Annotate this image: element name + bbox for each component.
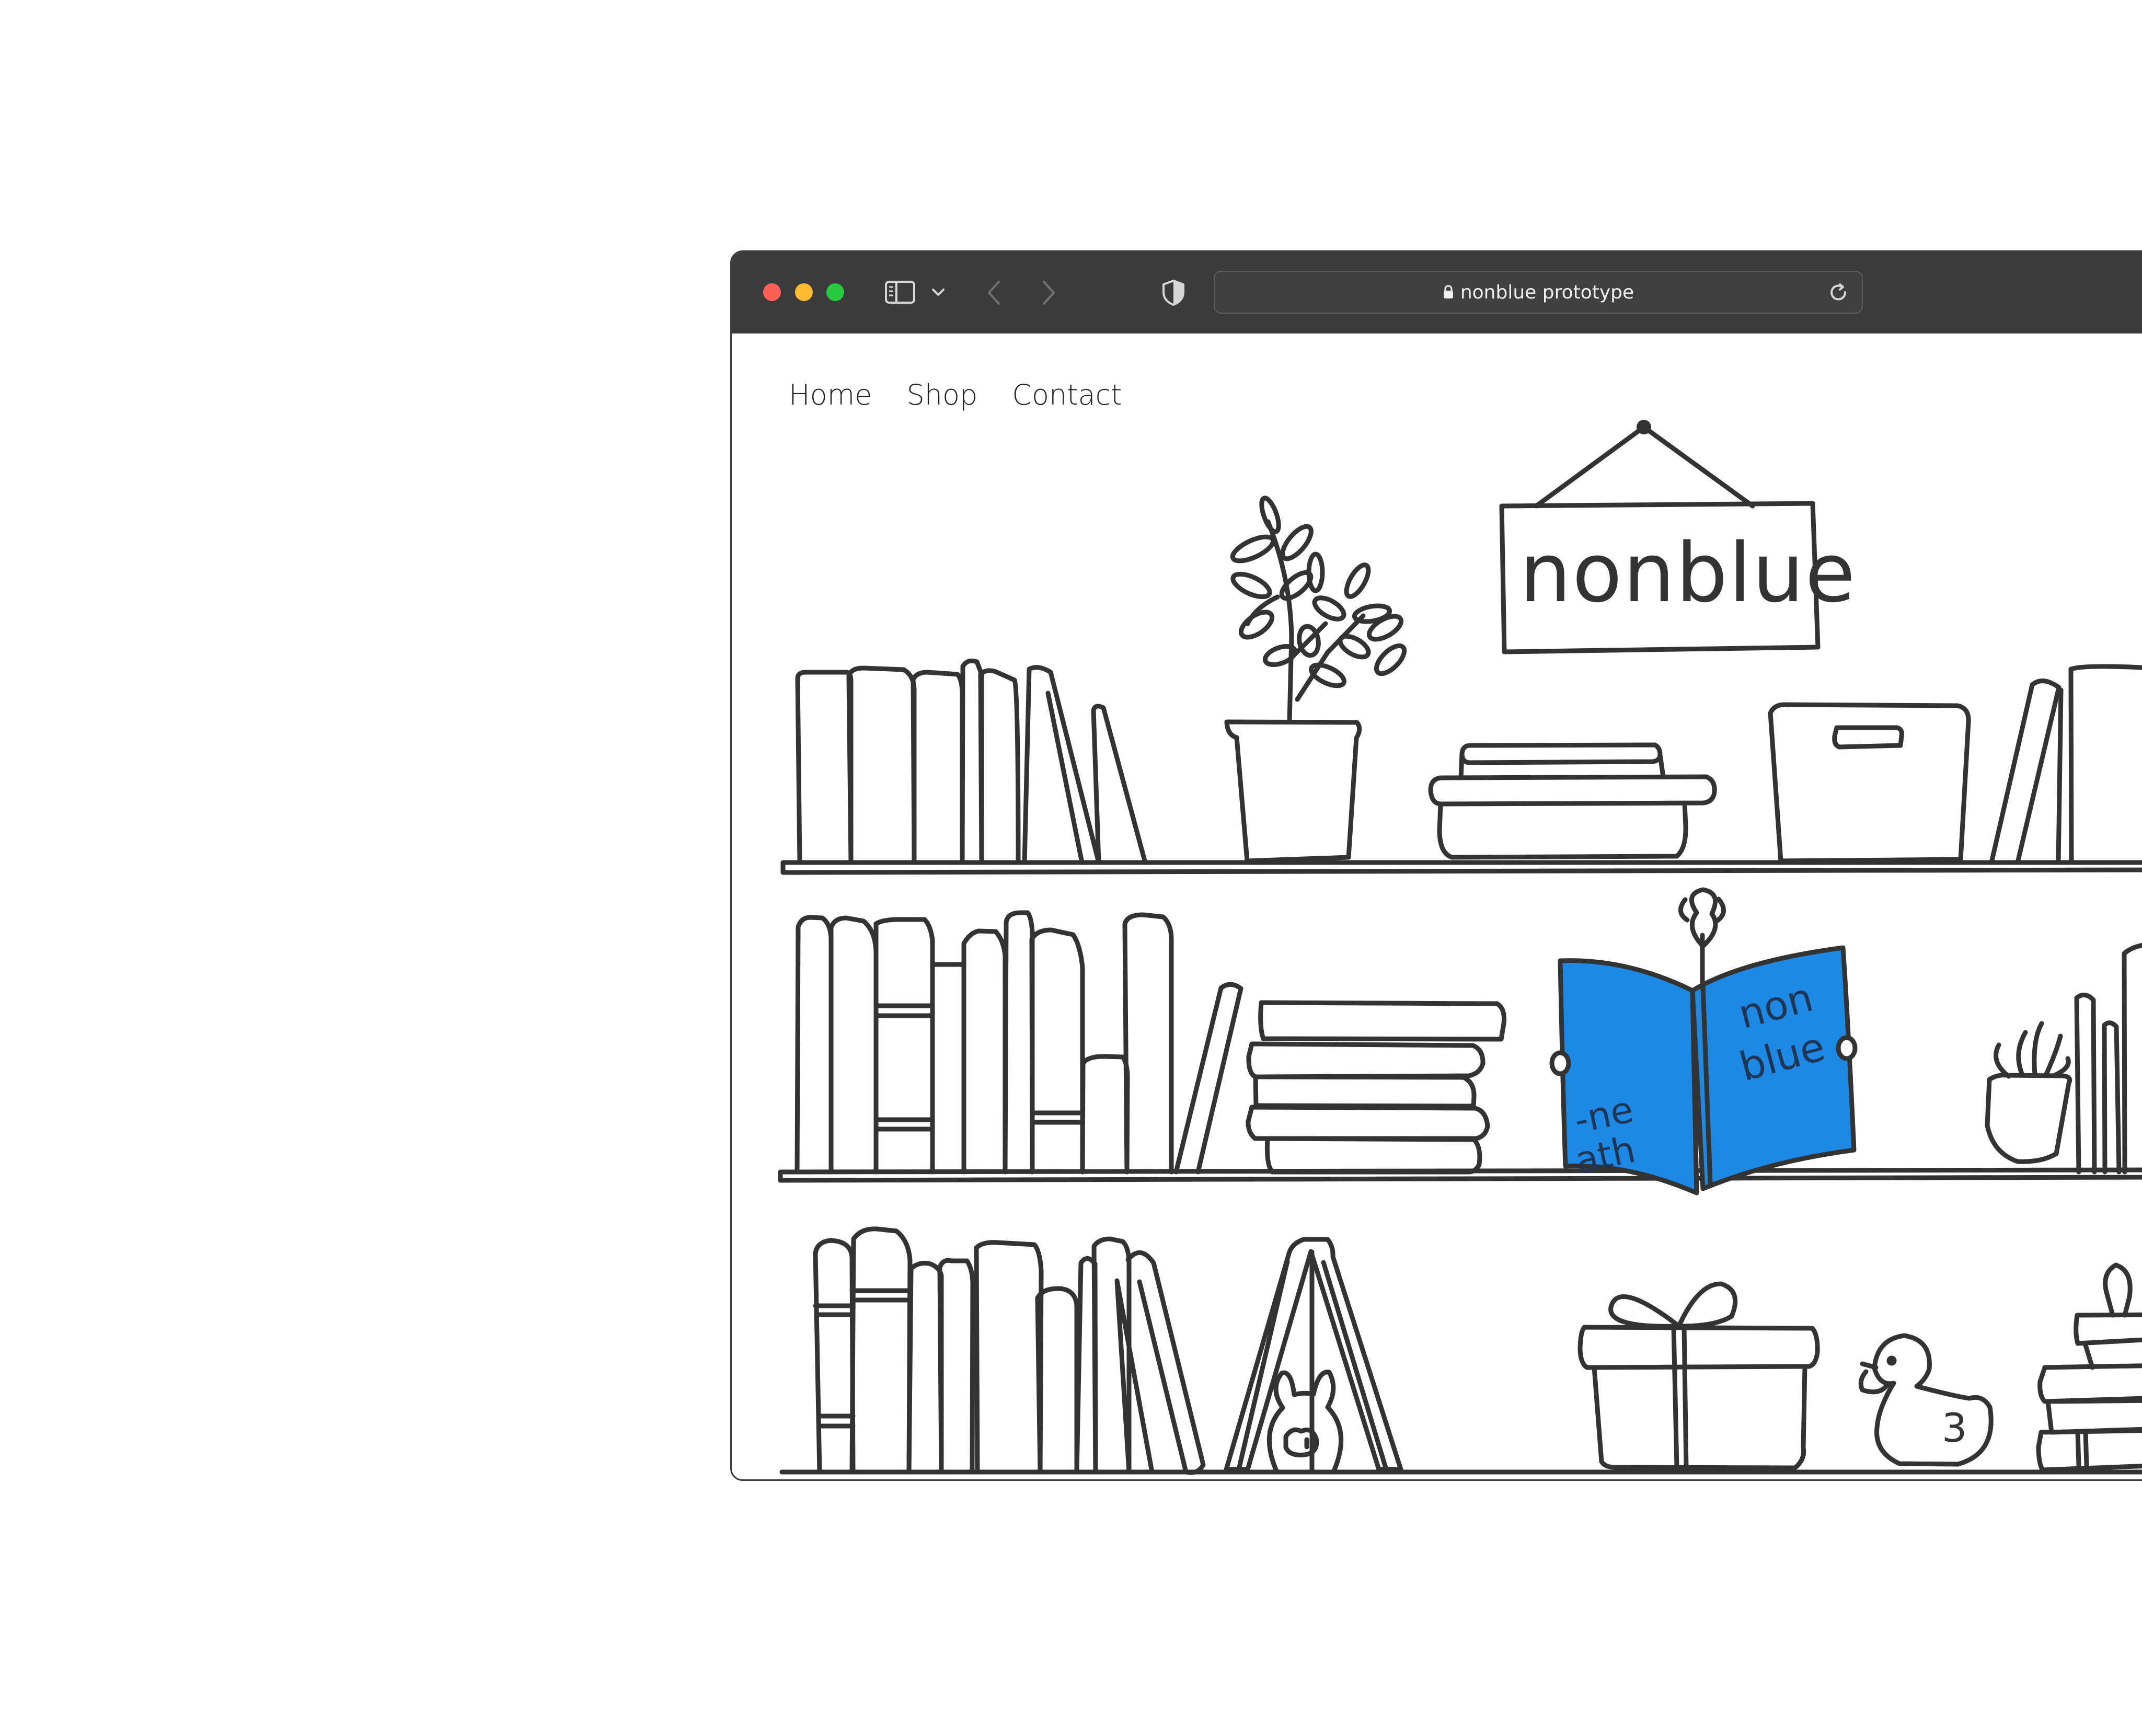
chevron-down-icon[interactable] — [931, 288, 945, 297]
sidebar-icon[interactable] — [884, 280, 916, 304]
middle-shelf-book-stack — [1248, 1003, 1504, 1172]
browser-window: nonblue prototype Home Shop Contact nonb… — [730, 250, 2142, 1481]
potted-plant — [1227, 496, 1409, 861]
address-text: nonblue prototype — [1460, 281, 1634, 303]
bottom-shelf-books-left — [815, 1229, 1203, 1473]
hanging-sign: nonblue — [1502, 420, 1856, 652]
minimize-window-button[interactable] — [795, 283, 813, 301]
sign-title: nonblue — [1519, 525, 1856, 620]
privacy-shield-icon[interactable] — [1160, 279, 1187, 307]
close-window-button[interactable] — [763, 283, 781, 301]
web-content: Home Shop Contact nonblue non blue -ne a… — [732, 334, 2142, 1479]
top-shelf — [783, 863, 2142, 872]
middle-shelf-books-right — [2077, 945, 2142, 1172]
lock-icon — [1443, 285, 1453, 298]
bookshelf-illustration: nonblue non blue -ne ath 3 — [732, 420, 2142, 1481]
storage-box — [1770, 705, 1968, 861]
address-bar[interactable]: nonblue prototype — [1214, 271, 1863, 314]
back-arrow-icon[interactable] — [985, 279, 1003, 306]
rubber-duck: 3 — [1861, 1336, 1991, 1464]
tent-book-with-bunny — [1226, 1239, 1401, 1472]
gift-box — [1580, 1284, 1817, 1468]
maximize-window-button[interactable] — [826, 283, 844, 301]
top-shelf-book-stack — [1431, 745, 1714, 857]
open-blue-book: non blue -ne ath — [1552, 890, 1855, 1193]
small-succulent — [1987, 1024, 2070, 1162]
middle-shelf-books-left — [797, 913, 1241, 1172]
top-shelf-books-left — [798, 661, 1145, 863]
bottom-shelf-books-right — [2039, 1265, 2142, 1470]
top-shelf-books-right — [1991, 666, 2142, 863]
forward-arrow-icon[interactable] — [1040, 279, 1058, 306]
duck-number: 3 — [1942, 1405, 1967, 1451]
browser-toolbar: nonblue prototype — [732, 252, 2142, 334]
reload-icon[interactable] — [1829, 283, 1849, 303]
